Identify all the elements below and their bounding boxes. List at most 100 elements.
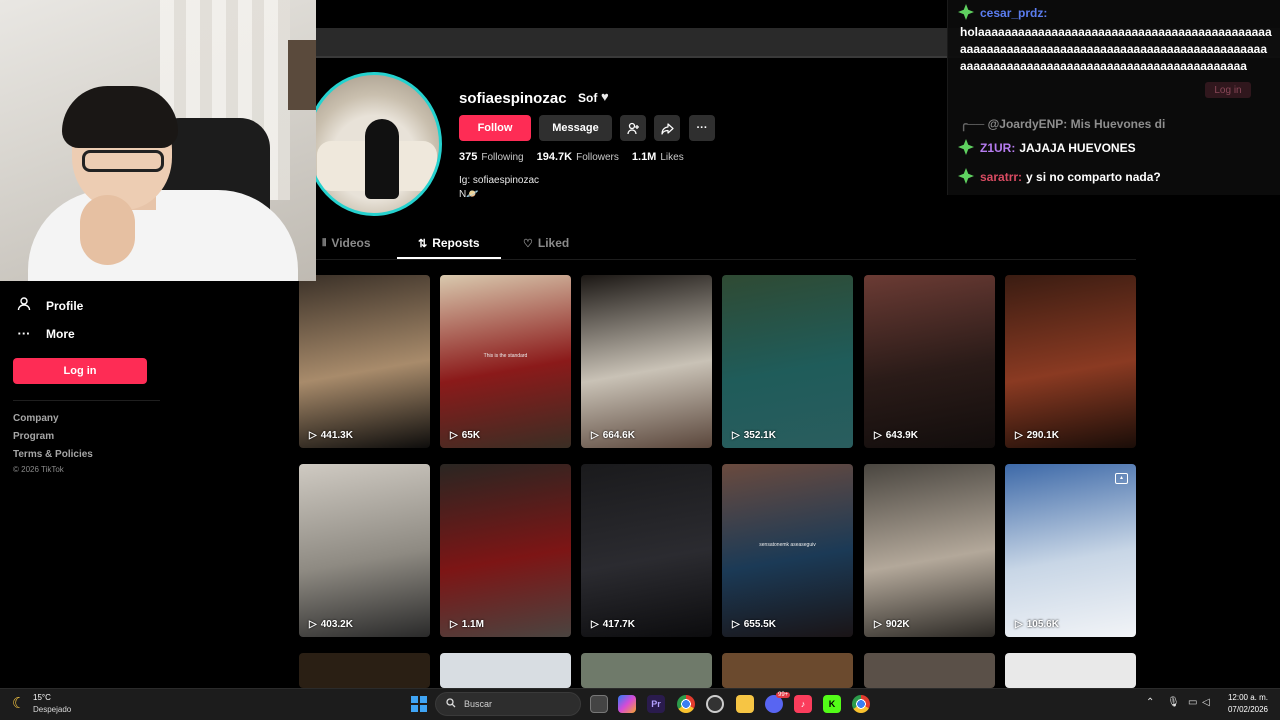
video-thumbnail[interactable]: ▷ 403.2K — [299, 464, 430, 637]
clock-time[interactable]: 12:00 a. m. — [1224, 693, 1268, 702]
chat-message-text: y si no comparto nada? — [1026, 170, 1161, 184]
video-thumbnail[interactable] — [299, 653, 430, 688]
share-button[interactable] — [654, 115, 680, 141]
music-icon[interactable]: ♪ — [794, 695, 812, 713]
chat-badge-icon — [958, 4, 974, 20]
search-placeholder: Buscar — [464, 699, 493, 709]
chat-username: saratrr: — [980, 170, 1023, 184]
view-count: ▷ 655.5K — [732, 619, 776, 630]
windows-start-icon[interactable] — [411, 696, 427, 712]
weather-temperature[interactable]: 15°C — [33, 693, 51, 702]
profile-bio-line: N🪐 — [459, 189, 479, 200]
play-icon: ▷ — [732, 619, 740, 630]
view-count-value: 664.6K — [602, 430, 635, 441]
profile-nickname: Sof — [578, 91, 598, 105]
reply-line-icon: ╭── — [960, 117, 985, 131]
video-thumbnail[interactable]: sensatonemk aseaseguiv ▷ 655.5K — [722, 464, 853, 637]
webcam-picture-frame — [288, 40, 316, 110]
view-count: ▷ 403.2K — [309, 619, 353, 630]
chat-message-text: @JoardyENP: Mis Huevones di — [987, 117, 1166, 131]
video-thumbnail[interactable]: ▷ 664.6K — [581, 275, 712, 448]
view-count: ▷ 352.1K — [732, 430, 776, 441]
stat-value: 1.1M — [631, 151, 657, 163]
video-thumbnail[interactable]: ▴ ▷ 105.6K — [1005, 464, 1136, 637]
video-thumbnail[interactable] — [581, 653, 712, 688]
tab-videos[interactable]: ⦀ Videos — [322, 236, 371, 250]
chat-badge-icon — [958, 168, 974, 184]
footer-link-program[interactable]: Program — [13, 431, 54, 442]
play-icon: ▷ — [1015, 619, 1023, 630]
video-thumbnail[interactable] — [1005, 653, 1136, 688]
clock-date[interactable]: 07/02/2026 — [1224, 705, 1268, 714]
play-icon: ▷ — [732, 430, 740, 441]
add-friend-button[interactable] — [620, 115, 646, 141]
video-thumbnail[interactable]: ▷ 417.7K — [581, 464, 712, 637]
volume-icon[interactable]: ◁ — [1202, 697, 1210, 708]
sidebar-item-profile[interactable]: Profile — [16, 297, 83, 314]
overlay-login-button[interactable]: Log in — [1205, 82, 1251, 98]
network-icon[interactable]: ▭ — [1188, 697, 1197, 708]
file-explorer-icon[interactable] — [736, 695, 754, 713]
tab-reposts[interactable]: ⇅ Reposts — [418, 236, 480, 250]
video-thumbnail[interactable] — [722, 653, 853, 688]
obs-icon[interactable] — [706, 695, 724, 713]
footer-link-company[interactable]: Company — [13, 413, 59, 424]
stat-followers[interactable]: 194.7K Followers — [537, 151, 619, 163]
chrome-profile-icon[interactable] — [852, 695, 870, 713]
view-count: ▷ 643.9K — [874, 430, 918, 441]
chat-message-faded: ╭── @JoardyENP: Mis Huevones di — [960, 117, 1165, 131]
person-icon — [16, 297, 32, 314]
video-thumbnail[interactable] — [440, 653, 571, 688]
video-thumbnail[interactable]: ▷ 643.9K — [864, 275, 995, 448]
chevron-up-icon[interactable]: ⌃ — [1146, 697, 1154, 708]
copilot-icon[interactable] — [618, 695, 636, 713]
kick-icon[interactable]: K — [823, 695, 841, 713]
video-thumbnail[interactable] — [864, 653, 995, 688]
windows-taskbar — [0, 688, 1280, 720]
view-count-value: 65K — [461, 430, 481, 441]
profile-avatar[interactable] — [306, 72, 442, 216]
chat-username: cesar_prdz: — [980, 6, 1048, 20]
video-caption: sensatonemk aseaseguiv — [759, 541, 816, 548]
footer-link-terms[interactable]: Terms & Policies — [13, 449, 93, 460]
view-count-value: 105.6K — [1026, 619, 1059, 630]
tab-label: Videos — [331, 236, 371, 250]
video-thumbnail[interactable]: This is the standard ▷ 65K — [440, 275, 571, 448]
video-caption: This is the standard — [483, 352, 528, 359]
task-view-icon[interactable] — [590, 695, 608, 713]
webcam-overlay — [0, 0, 316, 281]
video-thumbnail[interactable]: ▷ 352.1K — [722, 275, 853, 448]
play-icon: ▷ — [309, 619, 317, 630]
view-count: ▷ 290.1K — [1015, 430, 1059, 441]
view-count: ▷ 65K — [450, 430, 480, 441]
tab-liked[interactable]: ♡ Liked — [523, 236, 569, 250]
share-icon — [660, 122, 674, 135]
premiere-icon[interactable]: Pr — [647, 695, 665, 713]
message-button[interactable]: Message — [539, 115, 612, 141]
microphone-icon[interactable]: 🎙 — [1167, 697, 1180, 708]
stat-likes: 1.1M Likes — [632, 151, 684, 163]
stat-label: Followers — [576, 152, 619, 163]
chat-username: Z1UR: — [980, 141, 1016, 155]
chrome-icon[interactable] — [677, 695, 695, 713]
play-icon: ▷ — [1015, 430, 1023, 441]
view-count: ▷ 417.7K — [591, 619, 635, 630]
chat-message: cesar_prdz: — [958, 4, 1051, 21]
view-count-value: 403.2K — [320, 619, 353, 630]
sidebar-item-more[interactable]: ··· More — [16, 326, 75, 341]
view-count-value: 352.1K — [743, 430, 776, 441]
weather-description[interactable]: Despejado — [33, 705, 71, 714]
more-options-button[interactable]: ··· — [689, 115, 715, 141]
video-thumbnail[interactable]: ▷ 290.1K — [1005, 275, 1136, 448]
chat-message-text: JAJAJA HUEVONES — [1019, 141, 1136, 155]
stat-following[interactable]: 375 Following — [459, 151, 524, 163]
moon-icon[interactable]: ☾ — [12, 694, 25, 712]
video-thumbnail[interactable]: ▷ 902K — [864, 464, 995, 637]
follow-button[interactable]: Follow — [459, 115, 531, 141]
video-thumbnail[interactable]: ▷ 1.1M — [440, 464, 571, 637]
login-button[interactable]: Log in — [13, 358, 147, 384]
taskbar-search-input[interactable]: Buscar — [435, 692, 581, 716]
stat-label: Likes — [660, 152, 684, 163]
video-thumbnail[interactable]: ▷ 441.3K — [299, 275, 430, 448]
profile-stats: 375 Following 194.7K Followers 1.1M Likes — [459, 151, 684, 163]
